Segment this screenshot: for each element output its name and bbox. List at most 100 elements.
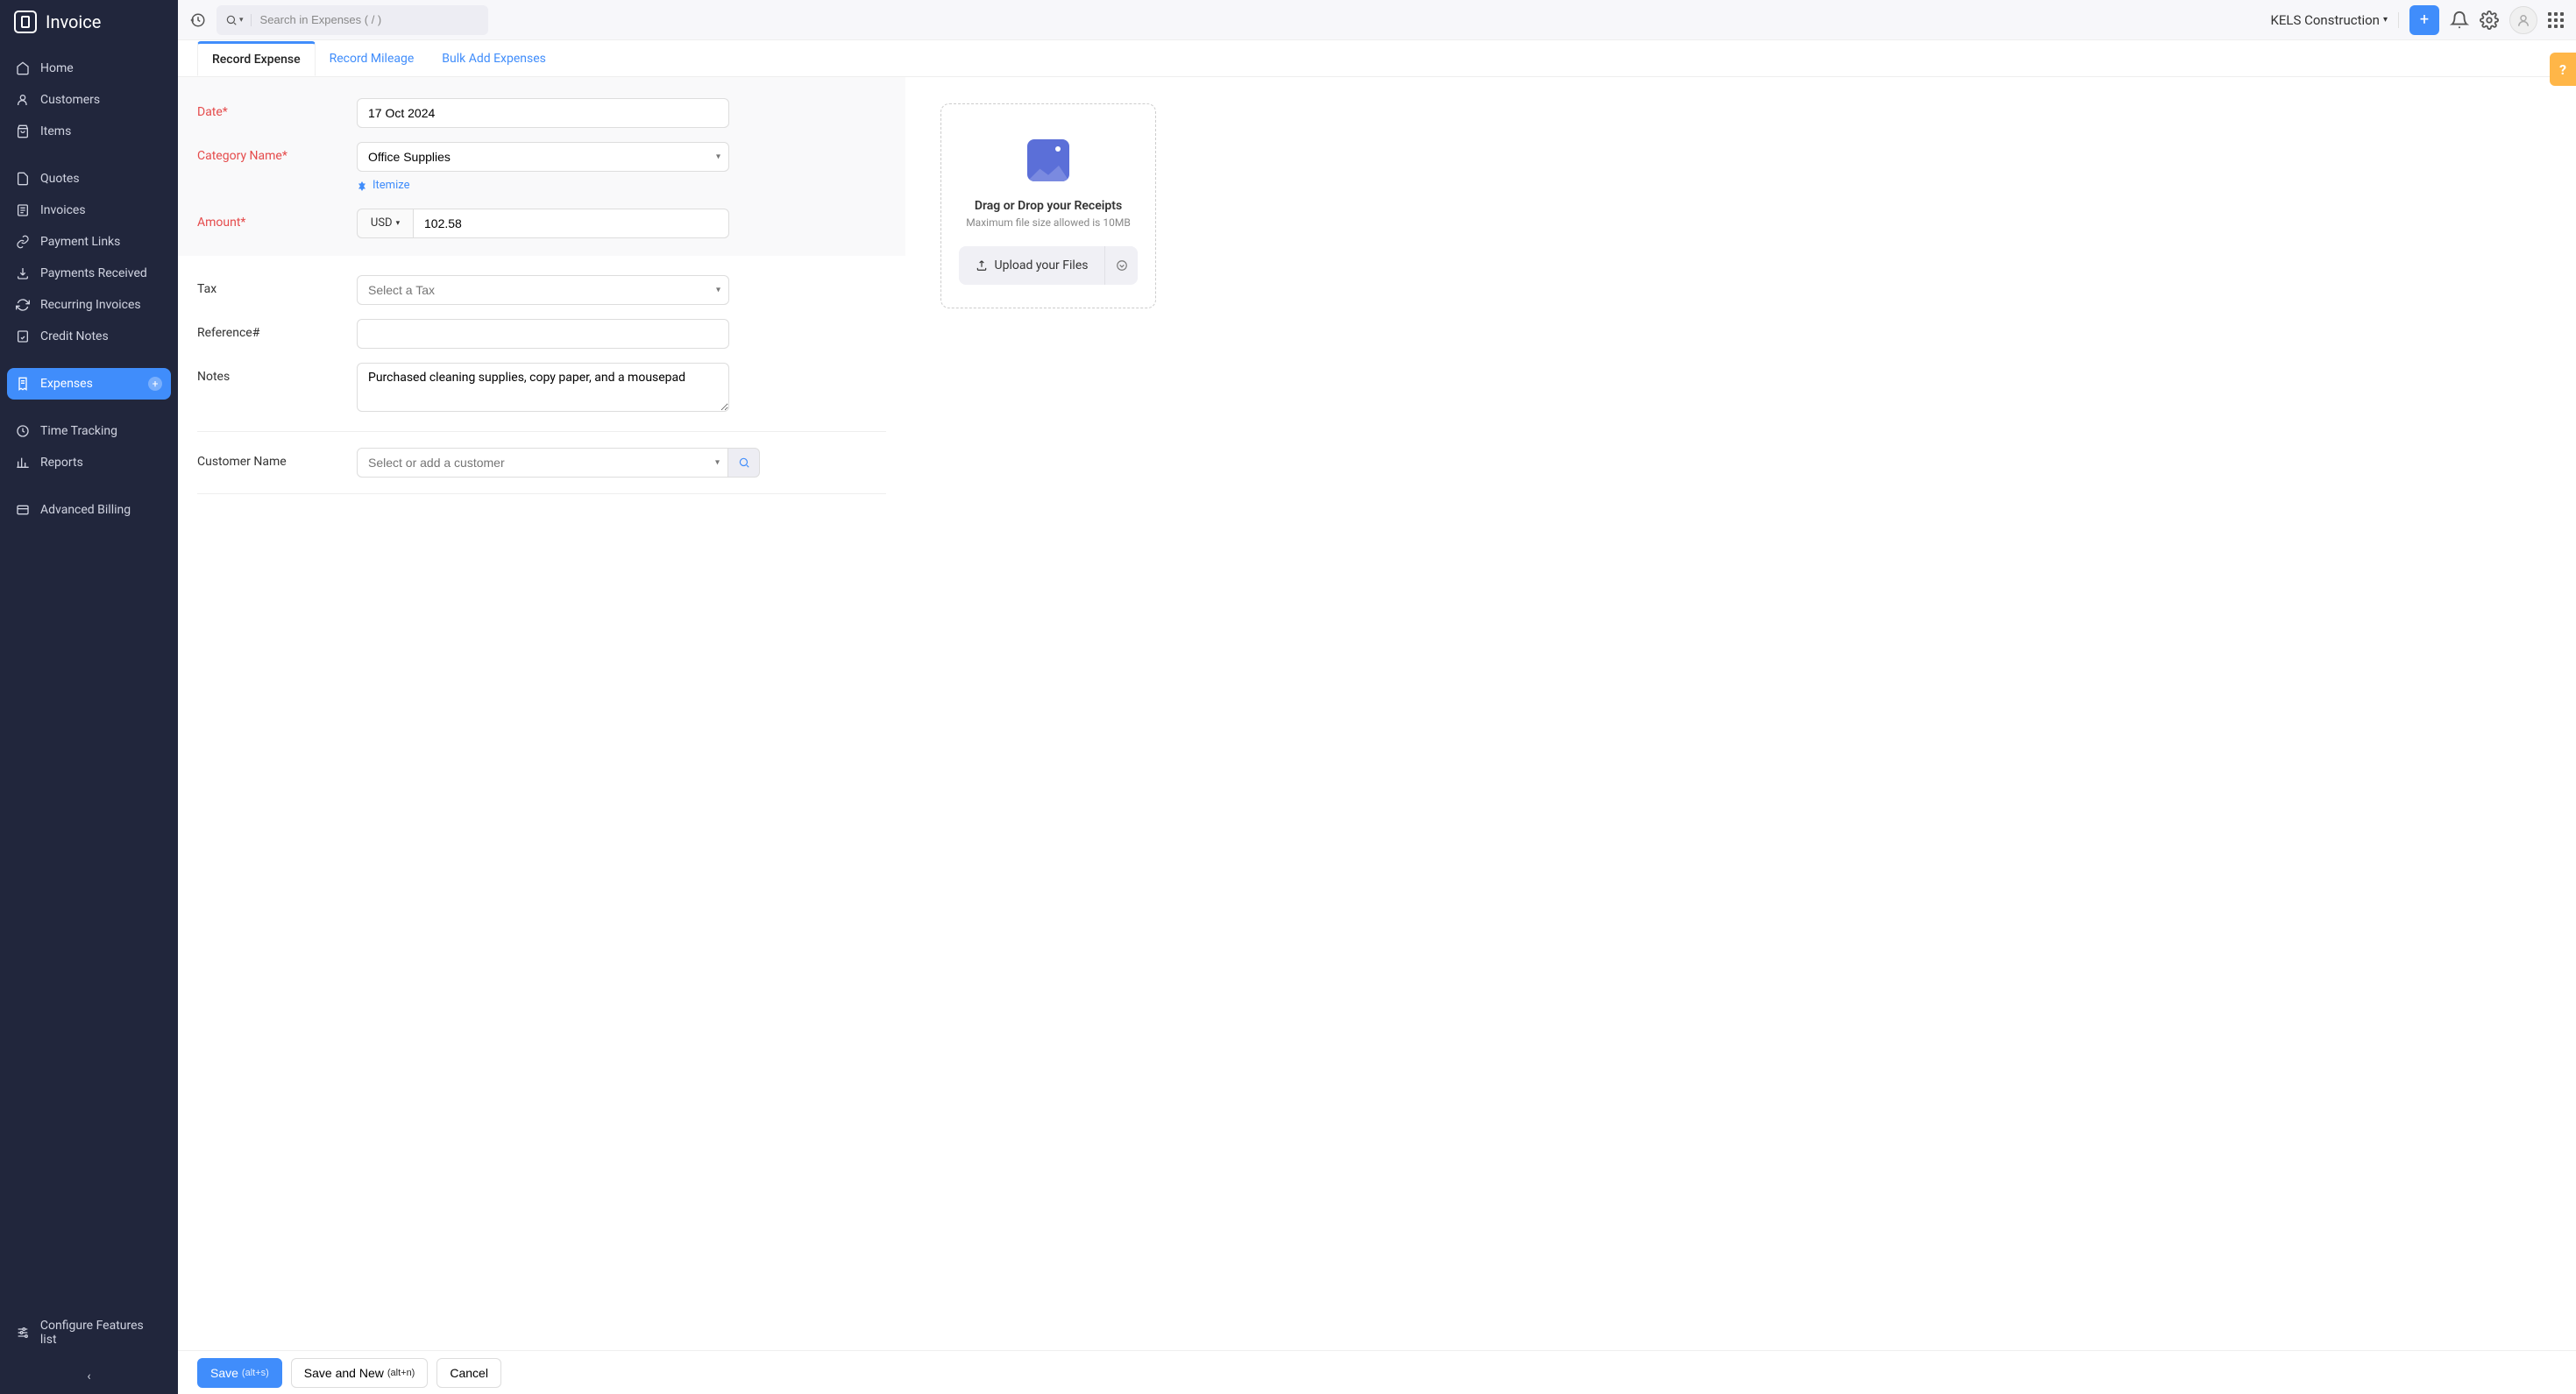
upload-button-label: Upload your Files (995, 258, 1089, 272)
amount-input[interactable] (413, 209, 729, 238)
user-avatar[interactable] (2509, 6, 2537, 34)
sidebar-item-items[interactable]: Items (0, 116, 178, 147)
customer-label: Customer Name (197, 448, 357, 469)
sidebar-item-customers[interactable]: Customers (0, 84, 178, 116)
chevron-left-icon: ‹ (87, 1369, 90, 1383)
upload-icon (976, 259, 988, 272)
sidebar-nav: Home Customers Items Quotes I (0, 44, 178, 1306)
tax-select[interactable] (357, 275, 729, 305)
chevron-down-icon: ▾ (2383, 15, 2388, 25)
refresh-icon (16, 298, 30, 312)
help-icon: ? (2559, 61, 2566, 78)
sidebar-item-home[interactable]: Home (0, 53, 178, 84)
form-area: Date* Category Name* ▾ (178, 77, 2576, 1350)
tab-label: Record Expense (212, 53, 301, 67)
sidebar-item-label: Quotes (40, 172, 80, 186)
org-name-label: KELS Construction (2270, 12, 2380, 28)
chevron-down-icon: ▾ (239, 16, 244, 25)
sidebar-item-label: Configure Features list (40, 1319, 162, 1347)
main: ▾ KELS Construction ▾ + (178, 0, 2576, 1394)
currency-label: USD (371, 216, 393, 230)
tabs: Record Expense Record Mileage Bulk Add E… (178, 40, 2576, 77)
settings-icon (16, 1326, 30, 1340)
customer-select[interactable] (357, 448, 728, 478)
tab-label: Record Mileage (330, 52, 415, 66)
cancel-button[interactable]: Cancel (436, 1358, 501, 1388)
itemize-link[interactable]: Itemize (357, 179, 410, 192)
sidebar-item-label: Advanced Billing (40, 503, 131, 517)
sidebar-item-label: Home (40, 61, 74, 75)
sidebar-item-payments-received[interactable]: Payments Received (0, 258, 178, 289)
notes-label: Notes (197, 363, 357, 384)
save-new-label: Save and New (304, 1366, 384, 1380)
apps-menu-button[interactable] (2548, 12, 2564, 28)
reference-label: Reference# (197, 319, 357, 340)
search-scope-toggle[interactable]: ▾ (225, 14, 252, 26)
customer-search-button[interactable] (728, 448, 760, 478)
sidebar-item-label: Recurring Invoices (40, 298, 141, 312)
save-button[interactable]: Save (alt+s) (197, 1358, 282, 1388)
tab-bulk-add-expenses[interactable]: Bulk Add Expenses (428, 43, 560, 74)
upload-title: Drag or Drop your Receipts (959, 199, 1138, 213)
help-button[interactable]: ? (2550, 53, 2576, 86)
settings-button[interactable] (2480, 11, 2499, 30)
sidebar-item-time-tracking[interactable]: Time Tracking (0, 415, 178, 447)
divider (197, 493, 886, 494)
receipt-dropzone[interactable]: Drag or Drop your Receipts Maximum file … (940, 103, 1156, 308)
invoice-icon (16, 203, 30, 217)
link-icon (16, 235, 30, 249)
content: Record Expense Record Mileage Bulk Add E… (178, 40, 2576, 1394)
sidebar-item-label: Time Tracking (40, 424, 117, 438)
sidebar-item-label: Payment Links (40, 235, 120, 249)
category-select[interactable] (357, 142, 729, 172)
tab-record-expense[interactable]: Record Expense (197, 41, 316, 76)
upload-options-button[interactable] (1104, 246, 1138, 285)
reference-input[interactable] (357, 319, 729, 349)
save-and-new-button[interactable]: Save and New (alt+n) (291, 1358, 429, 1388)
sidebar-item-invoices[interactable]: Invoices (0, 195, 178, 226)
chevron-down-icon: ▾ (396, 219, 401, 228)
search-input[interactable] (252, 13, 485, 26)
upload-files-button[interactable]: Upload your Files (959, 246, 1104, 285)
search-box: ▾ (216, 5, 488, 35)
currency-select[interactable]: USD ▾ (357, 209, 413, 238)
sidebar-item-label: Customers (40, 93, 100, 107)
chevron-down-icon (1116, 259, 1128, 272)
sidebar: Invoice Home Customers Items (0, 0, 178, 1394)
cancel-label: Cancel (450, 1366, 488, 1380)
sidebar-item-recurring-invoices[interactable]: Recurring Invoices (0, 289, 178, 321)
sidebar-item-label: Items (40, 124, 71, 138)
topbar: ▾ KELS Construction ▾ + (178, 0, 2576, 40)
date-input[interactable] (357, 98, 729, 128)
sidebar-collapse-toggle[interactable]: ‹ (0, 1359, 178, 1394)
quick-add-button[interactable]: + (2409, 5, 2439, 35)
sidebar-item-payment-links[interactable]: Payment Links (0, 226, 178, 258)
tab-record-mileage[interactable]: Record Mileage (316, 43, 429, 74)
home-icon (16, 61, 30, 75)
tab-label: Bulk Add Expenses (442, 52, 546, 66)
recent-activity-button[interactable] (190, 12, 206, 28)
sidebar-item-advanced-billing[interactable]: Advanced Billing (0, 494, 178, 526)
search-icon (225, 14, 238, 26)
sidebar-item-label: Reports (40, 456, 83, 470)
app-logo (14, 11, 37, 33)
itemize-icon (357, 180, 367, 191)
add-expense-quick[interactable]: + (148, 377, 162, 391)
org-switcher[interactable]: KELS Construction ▾ (2270, 12, 2399, 28)
divider (197, 431, 886, 432)
sidebar-item-label: Payments Received (40, 266, 147, 280)
notes-textarea[interactable] (357, 363, 729, 412)
notifications-button[interactable] (2450, 11, 2469, 30)
sidebar-item-reports[interactable]: Reports (0, 447, 178, 478)
sidebar-item-label: Credit Notes (40, 329, 109, 343)
tax-label: Tax (197, 275, 357, 296)
save-label: Save (210, 1366, 238, 1380)
user-icon (16, 93, 30, 107)
sidebar-configure-features[interactable]: Configure Features list (0, 1306, 178, 1359)
sidebar-item-label: Invoices (40, 203, 86, 217)
date-label: Date* (197, 98, 357, 119)
save-new-shortcut: (alt+n) (387, 1368, 415, 1378)
sidebar-item-quotes[interactable]: Quotes (0, 163, 178, 195)
sidebar-item-credit-notes[interactable]: Credit Notes (0, 321, 178, 352)
sidebar-item-expenses[interactable]: Expenses + (7, 368, 171, 400)
